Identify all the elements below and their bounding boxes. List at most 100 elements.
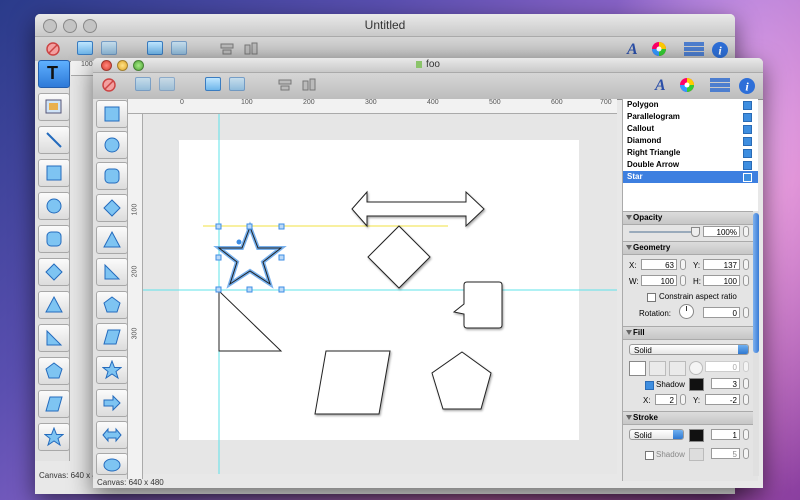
opacity-header[interactable]: Opacity <box>623 211 758 225</box>
stop-icon[interactable] <box>45 41 63 57</box>
palette-diamond[interactable] <box>96 194 128 222</box>
fill-color-well[interactable] <box>629 361 646 376</box>
palette-pentagon[interactable] <box>96 291 128 319</box>
w-field[interactable]: 100 <box>641 275 677 286</box>
palette-triangle[interactable] <box>96 226 128 254</box>
zoom-button[interactable] <box>83 19 97 33</box>
minimize-button[interactable] <box>63 19 77 33</box>
canvas[interactable] <box>143 114 617 474</box>
gradient-well-2[interactable] <box>669 361 686 376</box>
layer-row[interactable]: Diamond <box>623 135 758 147</box>
group-icon[interactable] <box>135 77 153 93</box>
palette-star[interactable] <box>96 356 128 384</box>
rotation-stepper[interactable] <box>743 307 749 318</box>
w-stepper[interactable] <box>680 275 686 286</box>
stroke-type-popup[interactable]: Solid <box>629 429 684 440</box>
layer-visibility-checkbox[interactable] <box>743 101 752 110</box>
align-icon[interactable] <box>277 77 295 93</box>
layer-visibility-checkbox[interactable] <box>743 137 752 146</box>
stroke-shadow-size-stepper[interactable] <box>743 448 749 459</box>
zoom-button[interactable] <box>133 60 144 71</box>
stroke-header[interactable]: Stroke <box>623 411 758 425</box>
tool-triangle[interactable] <box>38 291 70 319</box>
rotation-field[interactable]: 0 <box>703 307 740 318</box>
tool-circle[interactable] <box>38 192 70 220</box>
info-icon[interactable]: i <box>711 41 729 58</box>
bring-front-icon[interactable] <box>147 41 165 57</box>
tool-rounded-rect[interactable] <box>38 225 70 253</box>
stroke-shadow-checkbox[interactable] <box>645 451 654 460</box>
colors-icon[interactable] <box>679 77 697 93</box>
front-window-titlebar[interactable]: foo <box>93 58 763 73</box>
back-window-titlebar[interactable]: Untitled <box>35 14 735 37</box>
palette-parallelogram[interactable] <box>96 323 128 351</box>
stroke-width-stepper[interactable] <box>743 429 749 440</box>
layer-row[interactable]: Polygon <box>623 99 758 111</box>
send-back-icon[interactable] <box>171 41 189 57</box>
layer-row-selected[interactable]: Star <box>623 171 758 183</box>
tool-pentagon[interactable] <box>38 357 70 385</box>
stop-icon[interactable] <box>101 77 119 93</box>
tool-text[interactable]: T <box>38 60 70 88</box>
gradient-well-1[interactable] <box>649 361 666 376</box>
font-icon[interactable]: A <box>655 77 673 94</box>
fill-type-popup[interactable]: Solid <box>629 344 749 355</box>
layer-visibility-checkbox[interactable] <box>743 149 752 158</box>
shadow-x-field[interactable]: 2 <box>655 394 677 405</box>
layer-row[interactable]: Callout <box>623 123 758 135</box>
tool-image[interactable] <box>38 93 70 121</box>
send-back-icon[interactable] <box>229 77 247 93</box>
y-field[interactable]: 137 <box>703 259 740 270</box>
layers-icon[interactable] <box>709 77 731 93</box>
y-stepper[interactable] <box>743 259 749 270</box>
stroke-color-well[interactable] <box>689 429 704 442</box>
layer-row[interactable]: Parallelogram <box>623 111 758 123</box>
gradient-angle-stepper[interactable] <box>743 361 749 372</box>
fill-header[interactable]: Fill <box>623 326 758 340</box>
fill-shadow-checkbox[interactable] <box>645 381 654 390</box>
shadow-y-stepper[interactable] <box>743 394 749 405</box>
palette-right-triangle[interactable] <box>96 258 128 286</box>
ungroup-icon[interactable] <box>159 77 177 93</box>
palette-rounded-rect[interactable] <box>96 162 128 190</box>
opacity-slider[interactable] <box>629 231 695 233</box>
constrain-aspect-checkbox[interactable] <box>647 293 656 302</box>
colors-icon[interactable] <box>651 41 669 57</box>
shadow-y-field[interactable]: -2 <box>705 394 740 405</box>
layer-row[interactable]: Double Arrow <box>623 159 758 171</box>
stroke-width-field[interactable]: 1 <box>711 429 740 440</box>
layers-icon[interactable] <box>683 41 705 57</box>
font-icon[interactable]: A <box>627 41 645 58</box>
align-icon[interactable] <box>219 41 237 57</box>
stroke-shadow-color-well[interactable] <box>689 448 704 461</box>
tool-diamond[interactable] <box>38 258 70 286</box>
close-button[interactable] <box>43 19 57 33</box>
palette-circle[interactable] <box>96 131 128 159</box>
layer-visibility-checkbox[interactable] <box>743 125 752 134</box>
inspector-scrollbar[interactable] <box>753 211 759 476</box>
shadow-size-stepper[interactable] <box>743 378 749 389</box>
tool-line[interactable] <box>38 126 70 154</box>
palette-arrow[interactable] <box>96 389 128 417</box>
ungroup-icon[interactable] <box>101 41 119 57</box>
tool-rectangle[interactable] <box>38 159 70 187</box>
minimize-button[interactable] <box>117 60 128 71</box>
gradient-angle-field[interactable]: 0 <box>705 361 740 372</box>
group-icon[interactable] <box>77 41 95 57</box>
palette-rectangle[interactable] <box>96 100 128 128</box>
inspector-scroll-thumb[interactable] <box>753 213 759 353</box>
info-icon[interactable]: i <box>738 77 756 94</box>
rotation-dial[interactable] <box>679 304 694 319</box>
shadow-size-field[interactable]: 3 <box>711 378 740 389</box>
canvas-scroll-area[interactable] <box>143 114 617 474</box>
layer-visibility-checkbox[interactable] <box>743 161 752 170</box>
layer-row[interactable]: Right Triangle <box>623 147 758 159</box>
tool-right-triangle[interactable] <box>38 324 70 352</box>
x-field[interactable]: 63 <box>641 259 677 270</box>
h-stepper[interactable] <box>743 275 749 286</box>
rotation-handle[interactable] <box>236 239 242 245</box>
shadow-color-well[interactable] <box>689 378 704 391</box>
stroke-shadow-size-field[interactable]: 5 <box>711 448 740 459</box>
palette-callout[interactable] <box>96 453 128 475</box>
h-field[interactable]: 100 <box>703 275 740 286</box>
